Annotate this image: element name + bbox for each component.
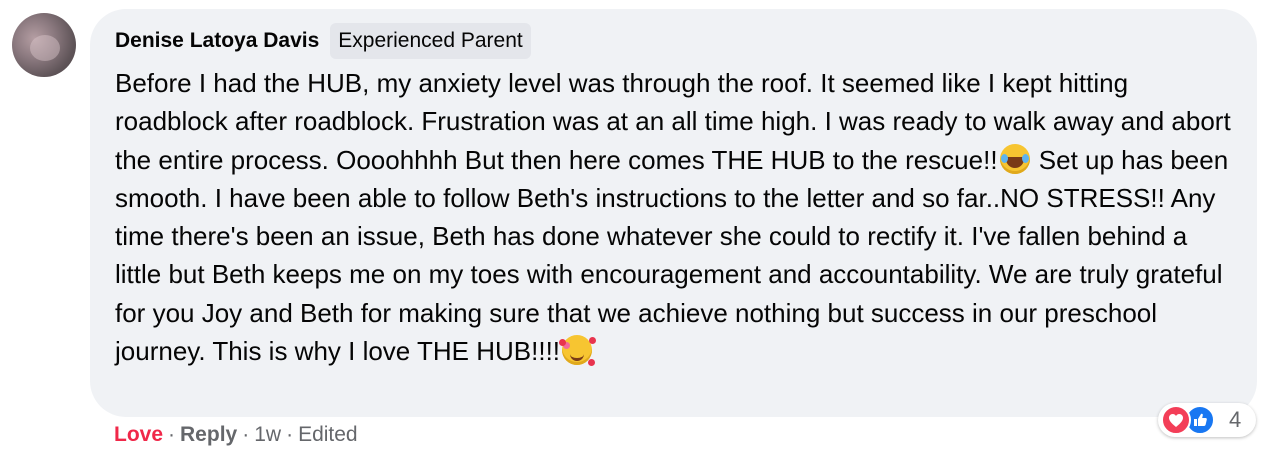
comment-actions: Love · Reply · 1w · Edited: [114, 423, 358, 447]
love-reaction-icon: [1161, 405, 1191, 435]
separator: ·: [168, 423, 176, 446]
author-badge: Experienced Parent: [330, 23, 531, 59]
comment-timestamp[interactable]: 1w: [254, 423, 281, 447]
reaction-count: 4: [1229, 407, 1242, 432]
love-action-button[interactable]: Love: [114, 423, 163, 447]
separator: ·: [242, 423, 250, 446]
smiling-face-with-hearts-emoji-icon: [559, 335, 593, 366]
comment-text-part2: Set up has been smooth. I have been able…: [115, 144, 1229, 367]
comment-bubble: Denise Latoya Davis Experienced Parent B…: [90, 9, 1257, 417]
avatar[interactable]: [12, 13, 76, 77]
reactions-summary[interactable]: 4: [1158, 403, 1256, 437]
author-name[interactable]: Denise Latoya Davis: [115, 29, 319, 53]
edited-label[interactable]: Edited: [298, 423, 358, 447]
laughing-with-tears-emoji-icon: [999, 143, 1030, 174]
reply-button[interactable]: Reply: [180, 423, 237, 447]
separator: ·: [286, 423, 294, 446]
comment-header: Denise Latoya Davis Experienced Parent: [115, 23, 531, 59]
comment-text: Before I had the HUB, my anxiety level w…: [115, 64, 1235, 370]
